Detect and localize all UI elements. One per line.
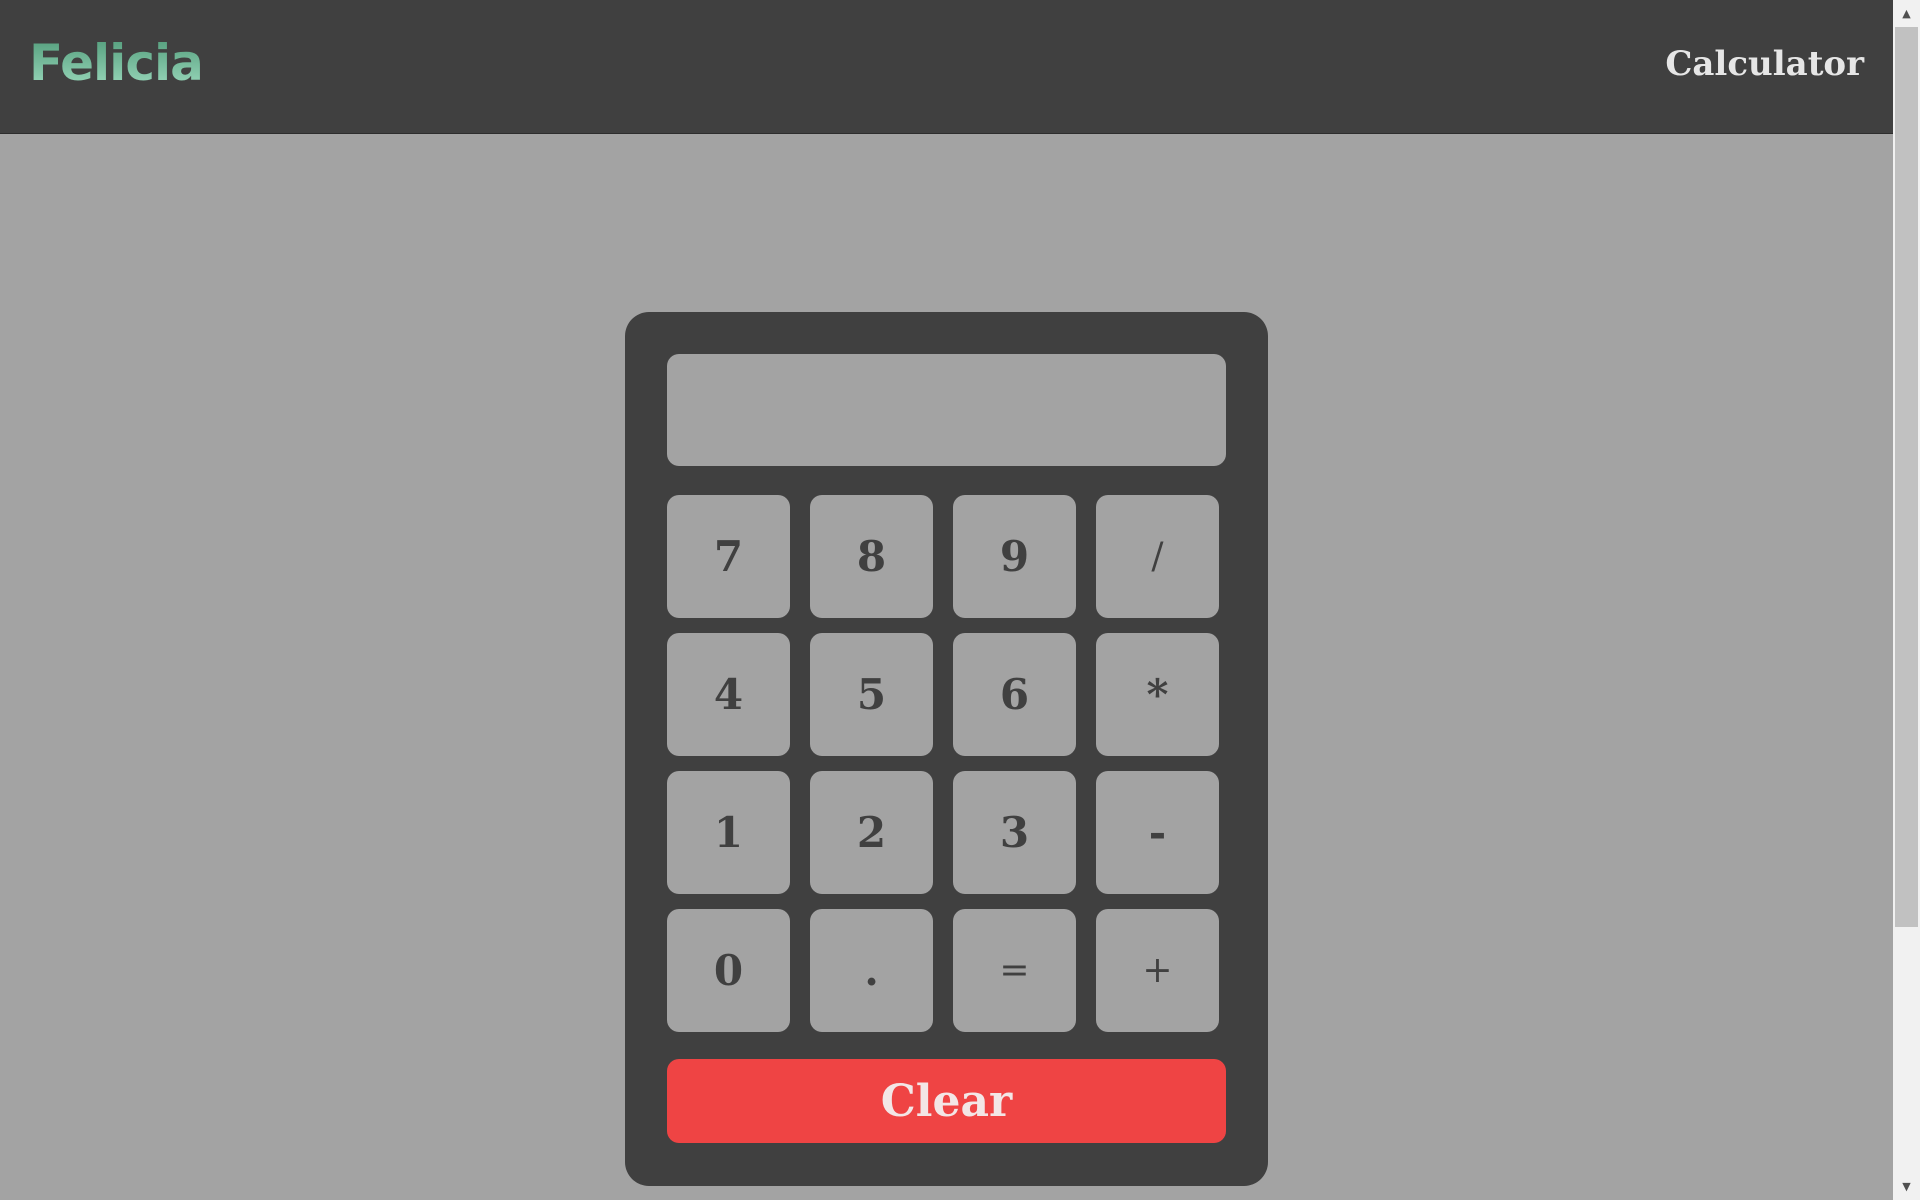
key-1[interactable]: 1: [667, 771, 790, 894]
key-subtract[interactable]: -: [1096, 771, 1219, 894]
keypad: 7 8 9/ 4 5 6 * 1 2 3- 0. = +: [667, 495, 1219, 1032]
nav-link-calculator[interactable]: Calculator: [1665, 44, 1864, 84]
scroll-down-arrow-icon[interactable]: ▼: [1893, 1173, 1920, 1200]
key-add[interactable]: +: [1096, 909, 1219, 1032]
clear-button[interactable]: Clear: [667, 1059, 1226, 1143]
scrollbar-thumb[interactable]: [1895, 27, 1918, 927]
key-divide[interactable]: /: [1096, 495, 1219, 618]
key-decimal[interactable]: .: [810, 909, 933, 1032]
key-equals[interactable]: =: [953, 909, 1076, 1032]
calculator: 7 8 9/ 4 5 6 * 1 2 3- 0. = + Clear: [625, 312, 1268, 1186]
key-0[interactable]: 0: [667, 909, 790, 1032]
key-4[interactable]: 4: [667, 633, 790, 756]
scroll-up-arrow-icon[interactable]: ▲: [1893, 0, 1920, 27]
key-6[interactable]: 6: [953, 633, 1076, 756]
key-2[interactable]: 2: [810, 771, 933, 894]
key-8[interactable]: 8: [810, 495, 933, 618]
key-7[interactable]: 7: [667, 495, 790, 618]
key-9[interactable]: 9: [953, 495, 1076, 618]
key-5[interactable]: 5: [810, 633, 933, 756]
key-3[interactable]: 3: [953, 771, 1076, 894]
page: Felicia Calculator 7 8 9/ 4 5 6 * 1 2 3- 0. = + Clea…: [0, 0, 1920, 1200]
top-navbar: Felicia Calculator: [0, 0, 1893, 134]
key-multiply[interactable]: *: [1096, 633, 1219, 756]
calculator-display[interactable]: [667, 354, 1226, 466]
brand-logo[interactable]: Felicia: [29, 34, 204, 92]
vertical-scrollbar[interactable]: ▲ ▼: [1893, 0, 1920, 1200]
